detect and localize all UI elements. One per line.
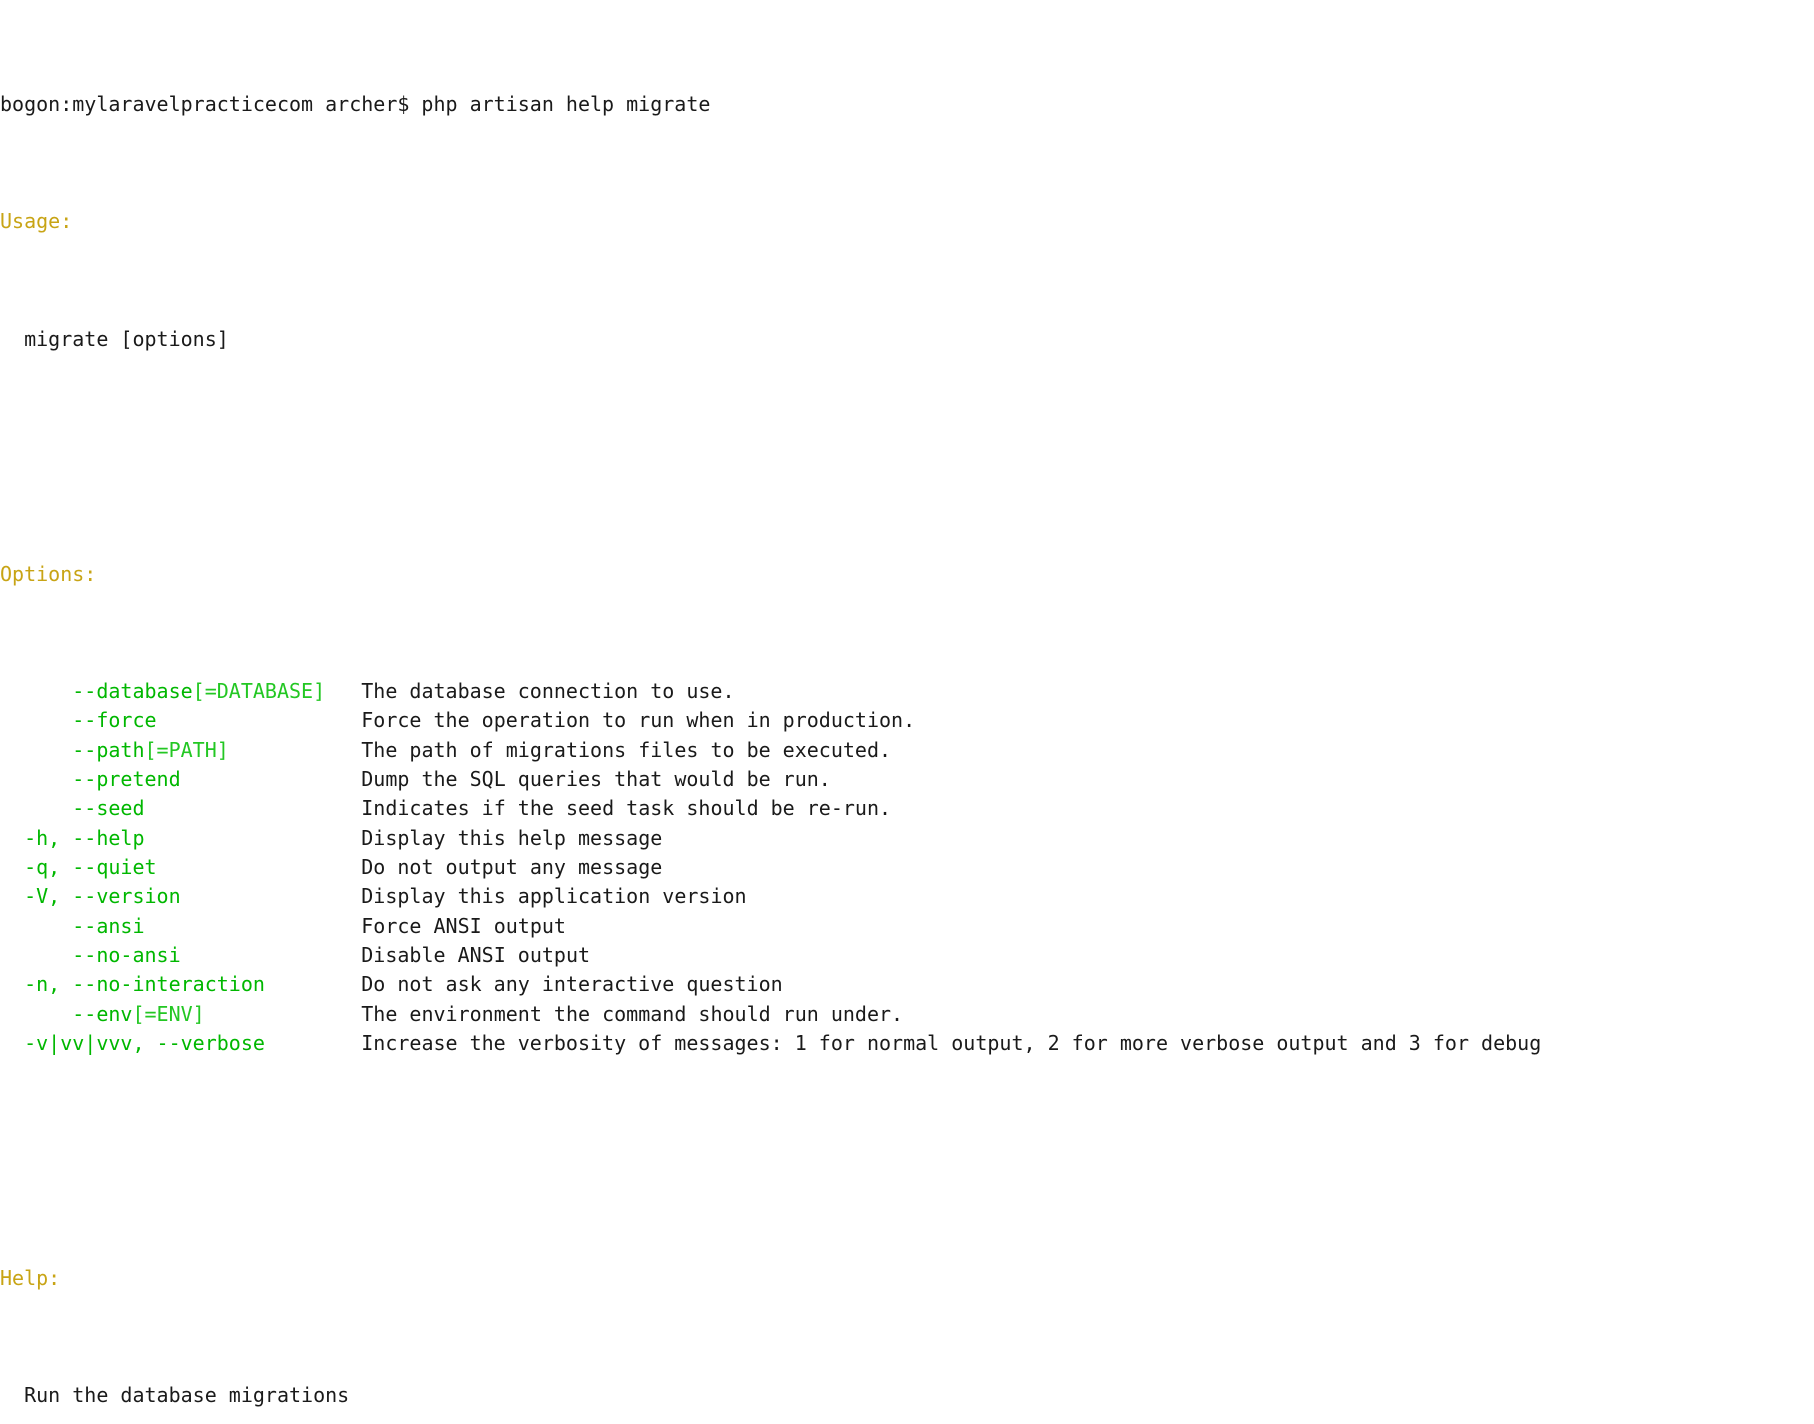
option-row: --no-ansi Disable ANSI output bbox=[0, 941, 1814, 970]
option-row: --force Force the operation to run when … bbox=[0, 706, 1814, 735]
option-description: Increase the verbosity of messages: 1 fo… bbox=[361, 1031, 1542, 1056]
option-flag: -q, --quiet bbox=[0, 854, 157, 879]
option-row: -h, --help Display this help message bbox=[0, 824, 1814, 853]
option-column-spacer bbox=[265, 1031, 361, 1055]
option-row: -n, --no-interaction Do not ask any inte… bbox=[0, 970, 1814, 999]
options-list: --database[=DATABASE] The database conne… bbox=[0, 677, 1814, 1058]
usage-header: Usage: bbox=[0, 207, 1814, 236]
usage-body: migrate [options] bbox=[0, 325, 1814, 354]
option-row: -V, --version Display this application v… bbox=[0, 882, 1814, 911]
help-header-label: Help: bbox=[0, 1265, 61, 1290]
option-description: Force ANSI output bbox=[361, 913, 566, 938]
option-description: Do not ask any interactive question bbox=[361, 972, 783, 997]
option-description: Do not output any message bbox=[361, 854, 663, 879]
option-column-spacer bbox=[145, 914, 362, 938]
option-row: --database[=DATABASE] The database conne… bbox=[0, 677, 1814, 706]
option-row: -v|vv|vvv, --verbose Increase the verbos… bbox=[0, 1029, 1814, 1058]
option-column-spacer bbox=[145, 826, 362, 850]
option-argument: [=ENV] bbox=[132, 1001, 205, 1026]
terminal-output[interactable]: bogon:mylaravelpracticecom archer$ php a… bbox=[0, 0, 1814, 1424]
option-column-spacer bbox=[229, 738, 361, 762]
option-description: Display this help message bbox=[361, 825, 663, 850]
option-column-spacer bbox=[181, 767, 362, 791]
prompt-text: bogon:mylaravelpracticecom archer$ php a… bbox=[0, 92, 711, 117]
option-description: Display this application version bbox=[361, 884, 747, 909]
option-column-spacer bbox=[157, 855, 362, 879]
option-description: Disable ANSI output bbox=[361, 943, 591, 967]
option-row: --seed Indicates if the seed task should… bbox=[0, 794, 1814, 823]
option-column-spacer bbox=[181, 943, 362, 967]
help-body-text: Run the database migrations bbox=[0, 1383, 350, 1408]
options-header: Options: bbox=[0, 560, 1814, 589]
usage-body-text: migrate [options] bbox=[0, 326, 229, 351]
option-row: --ansi Force ANSI output bbox=[0, 912, 1814, 941]
option-description: Dump the SQL queries that would be run. bbox=[361, 766, 831, 791]
usage-header-label: Usage: bbox=[0, 209, 73, 234]
help-body: Run the database migrations bbox=[0, 1381, 1814, 1410]
option-flag: --database bbox=[0, 678, 193, 703]
option-column-spacer bbox=[325, 679, 361, 703]
option-row: --env[=ENV] The environment the command … bbox=[0, 1000, 1814, 1029]
option-flag: --seed bbox=[0, 796, 145, 821]
option-argument: [=DATABASE] bbox=[192, 678, 326, 703]
option-column-spacer bbox=[145, 796, 362, 820]
option-flag: -n, --no-interaction bbox=[0, 972, 265, 997]
option-row: --pretend Dump the SQL queries that woul… bbox=[0, 765, 1814, 794]
option-column-spacer bbox=[205, 1002, 362, 1026]
option-row: --path[=PATH] The path of migrations fil… bbox=[0, 736, 1814, 765]
option-flag: -V, --version bbox=[0, 884, 181, 909]
prompt-line: bogon:mylaravelpracticecom archer$ php a… bbox=[0, 90, 1814, 119]
option-description: The path of migrations files to be execu… bbox=[361, 737, 892, 762]
help-header: Help: bbox=[0, 1264, 1814, 1293]
option-flag: --pretend bbox=[0, 766, 181, 791]
option-flag: --no-ansi bbox=[0, 943, 181, 967]
option-description: The environment the command should run u… bbox=[361, 1001, 904, 1026]
options-header-label: Options: bbox=[0, 561, 97, 586]
option-column-spacer bbox=[265, 972, 361, 996]
option-column-spacer bbox=[181, 884, 362, 908]
option-row: -q, --quiet Do not output any message bbox=[0, 853, 1814, 882]
option-flag: -v|vv|vvv, --verbose bbox=[0, 1031, 265, 1056]
option-flag: --ansi bbox=[0, 913, 145, 938]
option-flag: --path bbox=[0, 737, 145, 762]
option-description: The database connection to use. bbox=[361, 678, 735, 703]
option-argument: [=PATH] bbox=[144, 737, 229, 762]
option-flag: -h, --help bbox=[0, 825, 145, 850]
option-flag: --env bbox=[0, 1001, 133, 1026]
option-description: Indicates if the seed task should be re-… bbox=[361, 796, 892, 821]
